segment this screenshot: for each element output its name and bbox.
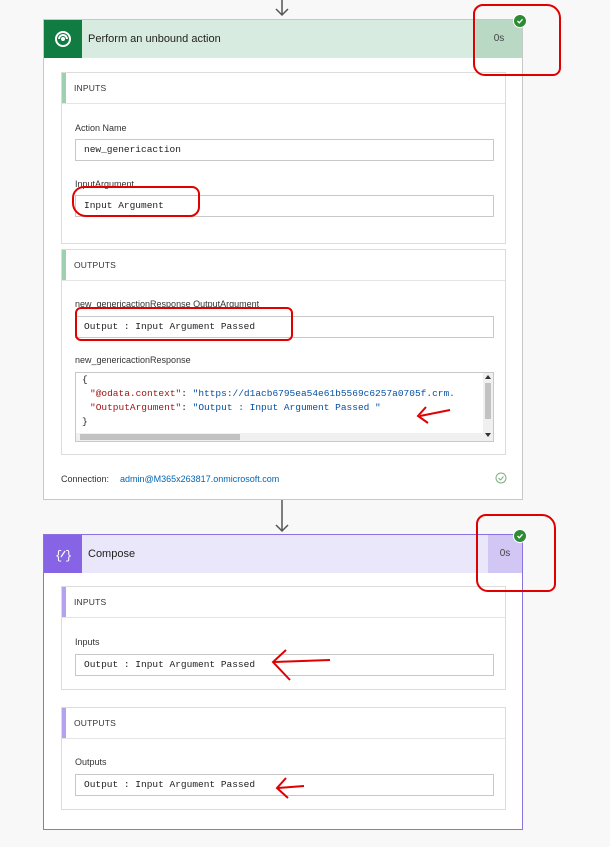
outputs-heading: OUTPUTS xyxy=(74,718,117,728)
red-arrow-annotation xyxy=(416,406,451,424)
inputs-label: Inputs xyxy=(75,637,100,647)
connection-status-icon xyxy=(495,472,507,484)
json-close-brace: } xyxy=(82,416,88,427)
red-annotation-box xyxy=(473,4,561,76)
red-annotation-box xyxy=(72,186,200,217)
connection-link[interactable]: admin@M365x263817.onmicrosoft.com xyxy=(120,474,279,484)
json-open-brace: { xyxy=(82,374,88,385)
arrow-down-icon xyxy=(275,0,289,17)
outputs-heading: OUTPUTS xyxy=(74,260,117,270)
perform-unbound-action-card: Perform an unbound action 0s INPUTS Acti… xyxy=(43,19,523,500)
connection-label: Connection: xyxy=(61,474,110,484)
horizontal-scrollbar[interactable] xyxy=(76,433,483,441)
compose-icon: { } xyxy=(44,535,82,573)
inputs-heading: INPUTS xyxy=(74,597,107,607)
arrow-down-icon xyxy=(275,500,289,533)
inputs-heading: INPUTS xyxy=(74,83,107,93)
response-label: new_genericactionResponse xyxy=(75,355,191,365)
card-header[interactable]: { } Compose 0s xyxy=(44,535,522,573)
red-annotation-box xyxy=(476,514,556,592)
svg-text:}: } xyxy=(65,549,72,563)
json-key: "OutputArgument" xyxy=(90,402,182,413)
json-value: "Output : Input Argument Passed " xyxy=(192,402,381,413)
scroll-thumb[interactable] xyxy=(80,434,240,440)
red-annotation-box xyxy=(75,307,293,341)
dataverse-icon xyxy=(44,20,82,58)
json-key: "@odata.context" xyxy=(90,388,182,399)
inputs-section: INPUTS Action Name new_genericaction Inp… xyxy=(61,72,506,244)
json-value: "https://d1acb6795ea54e61b5569c6257a0705… xyxy=(192,388,455,399)
vertical-scrollbar[interactable] xyxy=(483,373,493,441)
card-header[interactable]: Perform an unbound action 0s xyxy=(44,20,522,58)
red-arrow-annotation xyxy=(271,649,331,681)
scroll-down-icon[interactable] xyxy=(485,433,491,437)
scroll-up-icon[interactable] xyxy=(485,375,491,379)
action-name-label: Action Name xyxy=(75,123,127,133)
card-title: Compose xyxy=(88,548,136,560)
card-title: Perform an unbound action xyxy=(88,33,221,45)
outputs-label: Outputs xyxy=(75,757,107,767)
scroll-thumb[interactable] xyxy=(485,383,491,419)
action-name-field[interactable]: new_genericaction xyxy=(75,139,494,161)
red-arrow-annotation xyxy=(275,777,305,799)
